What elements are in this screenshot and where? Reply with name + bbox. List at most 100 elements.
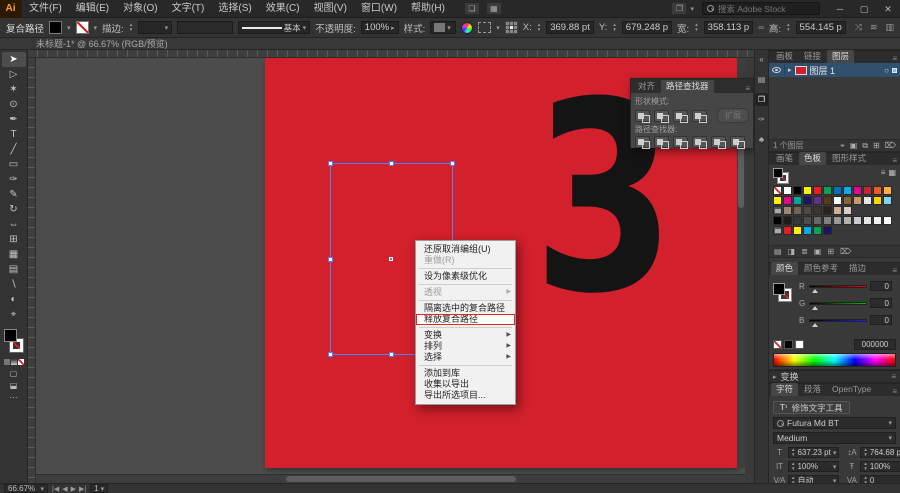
transform-panel-header[interactable]: ▸ 变换 ≡ (769, 370, 900, 383)
x-stepper[interactable] (537, 23, 541, 32)
swatch[interactable] (853, 196, 862, 205)
minus-front-button[interactable] (654, 109, 669, 123)
r-slider[interactable] (809, 284, 867, 293)
stroke-weight-stepper[interactable] (129, 23, 133, 32)
selection-handle[interactable] (450, 161, 455, 166)
panel-options-icon[interactable]: ▥ (885, 22, 894, 33)
artboard-number-field[interactable]: 1 ▾ (90, 484, 109, 493)
b-value-field[interactable]: 0 (870, 315, 892, 325)
menu-item[interactable]: 编辑(E) (69, 0, 116, 18)
tab-画笔[interactable]: 画笔 (771, 152, 798, 165)
swatch[interactable] (803, 226, 812, 235)
slider-handle-icon[interactable] (812, 322, 818, 327)
g-value-field[interactable]: 0 (870, 298, 892, 308)
fill-color-well[interactable] (49, 21, 63, 34)
swatch-libraries-icon[interactable]: ▤ (774, 247, 782, 256)
swatch[interactable] (873, 216, 882, 225)
gradient-tool[interactable]: ▤ (2, 262, 26, 277)
brushes-panel-icon[interactable]: ✑ (755, 113, 768, 126)
draw-normal-mode-button[interactable]: ▢ (10, 369, 18, 378)
selection-handle[interactable] (328, 257, 333, 262)
stepper-icon[interactable] (863, 462, 867, 471)
stroke-color-well[interactable] (75, 21, 89, 34)
document-tab-title[interactable]: 未标题-1* @ 66.67% (RGB/预览) (36, 37, 168, 50)
horizontal-scale-field-box[interactable]: 100%▾ (860, 461, 900, 472)
leading-field[interactable]: ↕A764.68 pt▾ (845, 447, 900, 458)
menu-item[interactable]: 视图(V) (307, 0, 354, 18)
pencil-tool[interactable]: ✎ (2, 187, 26, 202)
intersect-button[interactable] (673, 109, 688, 123)
swatch[interactable] (783, 186, 792, 195)
rotate-tool[interactable]: ↻ (2, 202, 26, 217)
swatch[interactable] (793, 196, 802, 205)
visibility-eye-icon[interactable] (772, 67, 781, 73)
color-type-buttons[interactable] (3, 359, 24, 365)
swatch[interactable] (793, 226, 802, 235)
slider-handle-icon[interactable] (812, 288, 818, 293)
swatch[interactable] (813, 206, 822, 215)
shape-builder-tool[interactable]: ⊞ (2, 232, 26, 247)
none-swatch-icon[interactable] (773, 340, 782, 349)
mesh-tool[interactable]: ▦ (2, 247, 26, 262)
swatch[interactable] (823, 206, 832, 215)
menu-item[interactable]: 效果(C) (259, 0, 307, 18)
vertical-scale-field-box[interactable]: 100% ▾ (788, 461, 840, 472)
swatch[interactable] (803, 206, 812, 215)
height-stepper[interactable] (786, 23, 790, 32)
swatch[interactable] (783, 226, 792, 235)
minimize-button[interactable]: ─ (828, 0, 852, 18)
swatch[interactable] (773, 216, 782, 225)
height-field[interactable]: 554.145 p (795, 21, 846, 34)
screen-mode-button[interactable]: ⬓ (10, 381, 18, 390)
swatch[interactable] (833, 186, 842, 195)
variable-width-profile-field[interactable] (177, 21, 234, 34)
context-menu-item[interactable]: 导出所选项目... (416, 390, 515, 401)
y-field[interactable]: 679.248 p (621, 21, 673, 34)
layer-thumbnail[interactable] (794, 65, 807, 75)
zoom-tool[interactable]: ⌖ (2, 307, 26, 322)
workspace-switcher[interactable]: ❐ ▾ (671, 2, 694, 15)
swatch[interactable] (863, 216, 872, 225)
outline-button[interactable] (711, 136, 726, 149)
stepper-icon[interactable] (791, 462, 795, 471)
context-menu-item[interactable]: 变换 ▶ (416, 330, 515, 341)
selection-handle[interactable] (328, 161, 333, 166)
selection-handle[interactable] (328, 352, 333, 357)
swatch[interactable] (773, 196, 782, 205)
horizontal-scale-field[interactable]: Ŧ 100%▾ (845, 461, 900, 472)
hex-value-field[interactable]: 000000 (854, 339, 896, 350)
context-menu-item[interactable]: 释放复合路径 (416, 314, 515, 325)
link-dimensions-icon[interactable]: ∞ (758, 23, 764, 32)
swatch[interactable] (843, 196, 852, 205)
swatch[interactable] (873, 196, 882, 205)
fill-proxy-icon[interactable] (773, 283, 785, 295)
context-menu-item[interactable]: 还原取消编组(U) (416, 244, 515, 255)
menu-item[interactable]: 文字(T) (165, 0, 212, 18)
fill-stroke-wells[interactable] (3, 328, 25, 354)
swatch[interactable] (883, 196, 892, 205)
make-clipping-mask-icon[interactable]: ▣ (850, 141, 858, 150)
tab-描边[interactable]: 描边 (844, 262, 871, 275)
swatch[interactable] (843, 216, 852, 225)
color-group-swatch[interactable] (773, 226, 782, 235)
new-sublayer-icon[interactable]: ⧉ (862, 141, 868, 151)
panel-menu-icon[interactable]: ≡ (891, 372, 896, 381)
maximize-button[interactable]: ▢ (852, 0, 876, 18)
tab-图形样式[interactable]: 图形样式 (827, 152, 871, 165)
y-stepper[interactable] (612, 23, 616, 32)
new-swatch-icon[interactable]: ⊞ (827, 247, 834, 256)
swatch-kinds-icon[interactable]: ≣ (801, 247, 808, 256)
selection-handle[interactable] (389, 352, 394, 357)
last-artboard-icon[interactable]: ▶| (79, 485, 86, 493)
direct-selection-tool[interactable]: ▷ (2, 67, 26, 82)
tab-OpenType[interactable]: OpenType (827, 383, 876, 396)
swatch[interactable] (803, 216, 812, 225)
fill-proxy-icon[interactable] (773, 168, 783, 178)
swatch[interactable] (783, 216, 792, 225)
context-menu-item[interactable]: 收集以导出 (416, 379, 515, 390)
tab-色板[interactable]: 色板 (799, 152, 827, 165)
search-input[interactable] (718, 3, 815, 14)
grid-view-icon[interactable]: ▦ (888, 168, 896, 177)
merge-button[interactable] (673, 136, 688, 149)
color-group-swatch[interactable] (773, 206, 782, 215)
